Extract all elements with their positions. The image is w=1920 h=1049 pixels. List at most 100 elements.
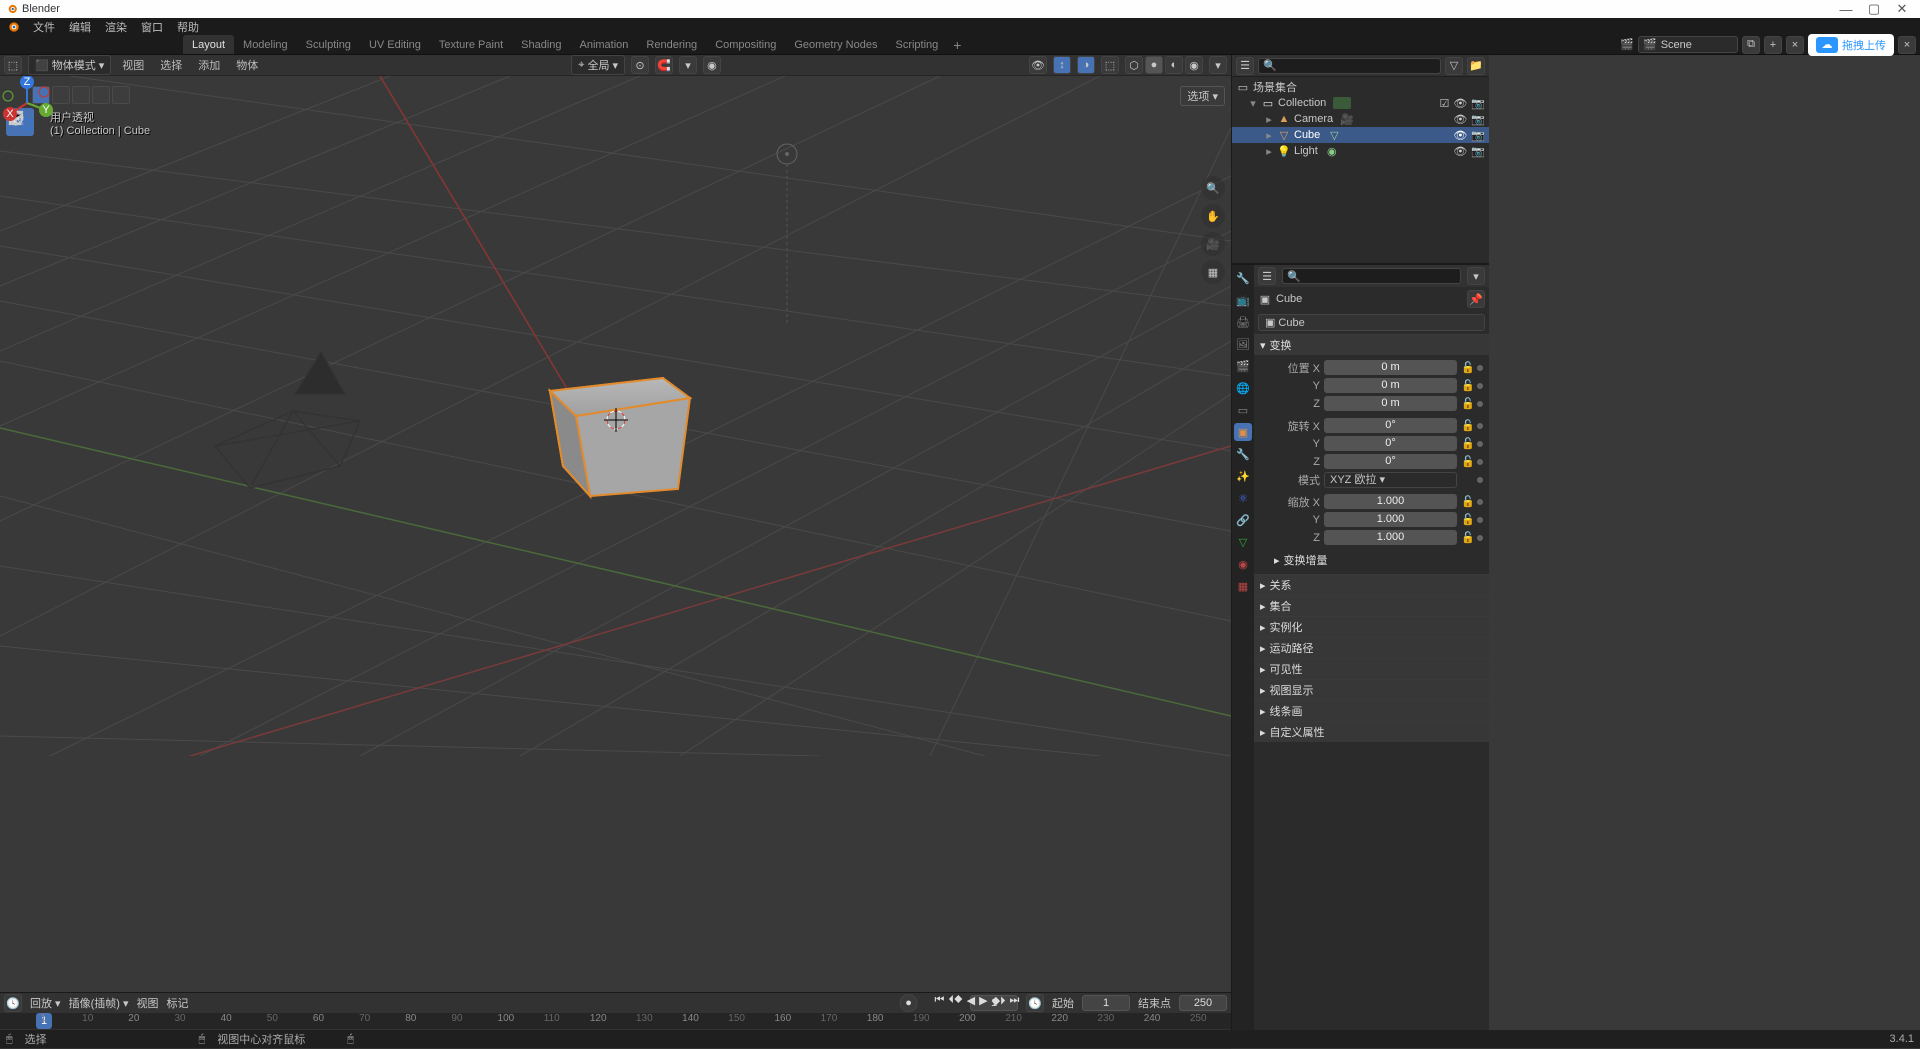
eye-icon[interactable]: 👁	[1453, 113, 1467, 126]
ptab-texture[interactable]: ▦	[1234, 577, 1252, 595]
shading-wire-icon[interactable]: ⬡	[1125, 56, 1143, 74]
tool-measure[interactable]	[6, 346, 34, 374]
panel-relations[interactable]: ▸关系	[1254, 575, 1489, 595]
ptab-world[interactable]: 🌐	[1234, 379, 1252, 397]
tab-layout[interactable]: Layout	[183, 35, 234, 54]
tree-cube[interactable]: ▸▽Cube ▽ 👁📷	[1232, 127, 1489, 143]
scale-x[interactable]: 1.000	[1324, 494, 1457, 509]
rotation-mode[interactable]: XYZ 欧拉 ▾	[1324, 472, 1457, 488]
tree-light[interactable]: ▸💡Light ◉ 👁📷	[1232, 143, 1489, 159]
tab-rendering[interactable]: Rendering	[637, 35, 706, 54]
eye-icon[interactable]: 👁	[1453, 145, 1467, 158]
overlay-icon[interactable]: ◑	[1077, 56, 1095, 74]
menu-window[interactable]: 窗口	[134, 19, 170, 35]
pan-icon[interactable]: ✋	[1201, 204, 1225, 228]
lock-icon[interactable]: 🔓	[1461, 455, 1473, 468]
ptab-scene[interactable]: 🎬	[1234, 357, 1252, 375]
tab-add[interactable]: +	[947, 35, 967, 54]
panel-visibility[interactable]: ▸可见性	[1254, 659, 1489, 679]
scale-y[interactable]: 1.000	[1324, 512, 1457, 527]
minimize-button[interactable]: —	[1832, 2, 1860, 17]
lock-icon[interactable]: 🔓	[1461, 397, 1473, 410]
tool-cursor[interactable]	[6, 142, 34, 170]
view3d-menu-add[interactable]: 添加	[193, 57, 225, 73]
timeline-ruler[interactable]: 1 12040608010012014016018020022024010305…	[0, 1013, 1231, 1029]
tab-animation[interactable]: Animation	[571, 35, 638, 54]
lock-icon[interactable]: 🔓	[1461, 361, 1473, 374]
shading-matpr-icon[interactable]: ◐	[1165, 56, 1183, 74]
tool-annotate[interactable]	[6, 312, 34, 340]
tab-sculpting[interactable]: Sculpting	[297, 35, 360, 54]
panel-collections[interactable]: ▸集合	[1254, 596, 1489, 616]
options-dropdown[interactable]: 选项 ▾	[1180, 86, 1225, 106]
timeline-editor-icon[interactable]: 🕓	[4, 994, 22, 1012]
tool-addcube[interactable]	[6, 380, 34, 408]
camera-view-icon[interactable]: 🎥	[1201, 232, 1225, 256]
prop-edit-icon[interactable]: ◉	[703, 56, 721, 74]
ptab-data[interactable]: ▽	[1234, 533, 1252, 551]
tree-collection[interactable]: ▾▭Collection ☑👁📷	[1232, 95, 1489, 111]
props-opts-icon[interactable]: ▾	[1467, 267, 1485, 285]
tab-compositing[interactable]: Compositing	[706, 35, 785, 54]
scene-new-icon[interactable]: +	[1764, 36, 1782, 54]
panel-transform[interactable]: ▾变换	[1254, 335, 1489, 355]
view3d-menu-object[interactable]: 物体	[231, 57, 263, 73]
ptab-collection[interactable]: ▭	[1234, 401, 1252, 419]
eye-icon[interactable]: 👁	[1453, 129, 1467, 142]
editor-type-icon[interactable]: ⬚	[4, 56, 22, 74]
tree-camera[interactable]: ▸▲Camera 🎥 👁📷	[1232, 111, 1489, 127]
rot-x[interactable]: 0°	[1324, 418, 1457, 433]
ptab-object[interactable]: ▣	[1234, 423, 1252, 441]
pivot-icon[interactable]: ⊙	[631, 56, 649, 74]
snap-toggle[interactable]: 🧲	[655, 56, 673, 74]
panel-custom[interactable]: ▸自定义属性	[1254, 722, 1489, 742]
tab-modeling[interactable]: Modeling	[234, 35, 297, 54]
new-collection-icon[interactable]: 📁	[1467, 57, 1485, 75]
eye-icon[interactable]: 👁	[1453, 97, 1467, 110]
menu-file[interactable]: 文件	[26, 19, 62, 35]
panel-delta[interactable]: ▸变换增量	[1260, 550, 1483, 570]
tool-rotate[interactable]	[6, 210, 34, 238]
ptab-particles[interactable]: ✨	[1234, 467, 1252, 485]
ptab-tool[interactable]: 🔧	[1234, 269, 1252, 287]
outliner-editor-icon[interactable]: ☰	[1236, 57, 1254, 75]
upload-button[interactable]: ☁拖拽上传	[1808, 34, 1894, 56]
jump-end-icon[interactable]: ⏭	[1009, 994, 1021, 1012]
sel-int-icon[interactable]	[92, 86, 110, 104]
tab-texture[interactable]: Texture Paint	[430, 35, 512, 54]
shading-render-icon[interactable]: ◉	[1185, 56, 1203, 74]
render-icon[interactable]: 📷	[1471, 129, 1485, 142]
nav-gizmo[interactable]: X Y Z	[0, 76, 54, 130]
lock-icon[interactable]: 🔓	[1461, 419, 1473, 432]
xray-icon[interactable]: ⬚	[1101, 56, 1119, 74]
loc-z[interactable]: 0 m	[1324, 396, 1457, 411]
view3d-menu-select[interactable]: 选择	[155, 57, 187, 73]
gizmo-icon[interactable]: ↕	[1053, 56, 1071, 74]
tab-uv[interactable]: UV Editing	[360, 35, 430, 54]
sel-ext-icon[interactable]	[52, 86, 70, 104]
outliner-search[interactable]: 🔍	[1258, 58, 1441, 74]
loc-y[interactable]: 0 m	[1324, 378, 1457, 393]
preview-range-icon[interactable]: 🕓	[1026, 994, 1044, 1012]
play-rev-icon[interactable]: ◀	[966, 994, 976, 1012]
render-icon[interactable]: 📷	[1471, 97, 1485, 110]
scene-selector[interactable]: 🎬Scene	[1638, 36, 1738, 53]
ptab-constraints[interactable]: 🔗	[1234, 511, 1252, 529]
panel-motion[interactable]: ▸运动路径	[1254, 638, 1489, 658]
tl-playback[interactable]: 回放 ▾	[30, 995, 61, 1011]
viewport-3d[interactable]: 用户透视 (1) Collection | Cube 选项 ▾ X	[0, 76, 1231, 992]
props-editor-icon[interactable]: ☰	[1258, 267, 1276, 285]
loc-x[interactable]: 0 m	[1324, 360, 1457, 375]
render-icon[interactable]: 📷	[1471, 145, 1485, 158]
pin-icon[interactable]: 📌	[1467, 290, 1485, 308]
tab-geonodes[interactable]: Geometry Nodes	[785, 35, 886, 54]
ptab-material[interactable]: ◉	[1234, 555, 1252, 573]
close-button[interactable]: ✕	[1888, 1, 1916, 17]
end-frame-field[interactable]	[1179, 995, 1227, 1011]
tab-shading[interactable]: Shading	[512, 35, 570, 54]
lock-icon[interactable]: 🔓	[1461, 495, 1473, 508]
snap-dd-icon[interactable]: ▾	[679, 56, 697, 74]
scale-z[interactable]: 1.000	[1324, 530, 1457, 545]
tree-scene-collection[interactable]: ▭场景集合	[1232, 79, 1489, 95]
tab-scripting[interactable]: Scripting	[886, 35, 947, 54]
